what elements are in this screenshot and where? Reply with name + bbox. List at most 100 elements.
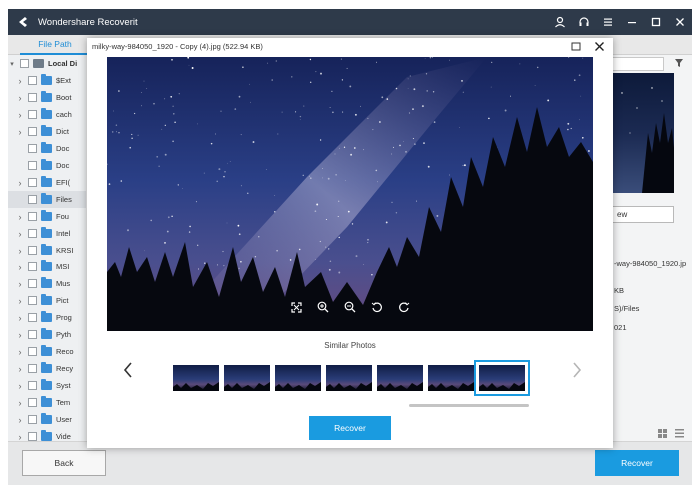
chevron-right-icon[interactable]: › [16,415,24,425]
chevron-right-icon[interactable]: › [16,398,24,408]
tree-checkbox[interactable] [28,144,37,153]
chevron-right-icon[interactable]: › [16,279,24,289]
back-button[interactable]: Back [22,450,106,476]
chevron-right-icon[interactable]: › [16,76,24,86]
chevron-right-icon[interactable]: › [16,246,24,256]
tree-item[interactable]: Doc [8,157,86,174]
similar-photo-thumbnail[interactable] [474,360,530,396]
zoom-in-icon[interactable] [316,300,330,314]
chevron-down-icon[interactable]: ▾ [8,60,16,68]
tree-checkbox[interactable] [28,229,37,238]
tree-item[interactable]: › Boot [8,89,86,106]
tree-checkbox[interactable] [28,347,37,356]
similar-photo-thumbnail[interactable] [326,365,372,391]
similar-photo-thumbnail[interactable] [428,365,474,391]
tree-item[interactable]: › EFI( [8,174,86,191]
tree-checkbox[interactable] [28,127,37,136]
tree-item[interactable]: › Vide [8,428,86,441]
preview-button[interactable]: ew [612,206,674,223]
tree-checkbox[interactable] [28,279,37,288]
chevron-right-icon[interactable]: › [16,212,24,222]
chevron-right-icon[interactable]: › [16,262,24,272]
chevron-right-icon[interactable]: › [16,296,24,306]
tree-item[interactable]: › KRSI [8,242,86,259]
tree-item[interactable]: › Recy [8,360,86,377]
tree-checkbox[interactable] [28,161,37,170]
tree-item[interactable]: › cach [8,106,86,123]
previous-arrow-icon[interactable] [123,362,133,380]
tree-checkbox[interactable] [28,195,37,204]
tree-checkbox[interactable] [28,330,37,339]
chevron-right-icon[interactable]: › [16,313,24,323]
tree-checkbox[interactable] [28,212,37,221]
similar-photo-thumbnail[interactable] [275,365,321,391]
tree-item[interactable]: Doc [8,140,86,157]
tree-checkbox[interactable] [28,313,37,322]
tree-checkbox[interactable] [28,178,37,187]
tree-item[interactable]: › Pyth [8,326,86,343]
tree-item[interactable]: › Prog [8,309,86,326]
tree-checkbox[interactable] [28,415,37,424]
close-icon[interactable] [594,41,605,54]
next-arrow-icon[interactable] [572,362,582,380]
dialog-recover-button[interactable]: Recover [309,416,391,440]
similar-photo-thumbnail[interactable] [224,365,270,391]
tree-checkbox[interactable] [28,110,37,119]
support-icon[interactable] [572,9,596,35]
tree-item[interactable]: › Reco [8,343,86,360]
tree-checkbox[interactable] [28,76,37,85]
minimize-icon[interactable] [620,9,644,35]
tree-item[interactable]: › $Ext [8,72,86,89]
tree-checkbox[interactable] [28,93,37,102]
tree-item[interactable]: › Fou [8,208,86,225]
maximize-icon[interactable] [571,42,581,51]
tree-item[interactable]: › Syst [8,377,86,394]
drive-icon [33,59,44,68]
maximize-icon[interactable] [644,9,668,35]
chevron-right-icon[interactable]: › [16,178,24,188]
menu-icon[interactable] [596,9,620,35]
similar-photo-thumbnail[interactable] [173,365,219,391]
tree-item[interactable]: Files [8,191,86,208]
grid-view-icon[interactable] [658,429,667,440]
search-input[interactable] [612,57,664,71]
tree-item[interactable]: › Intel [8,225,86,242]
rotate-left-icon[interactable] [370,300,384,314]
list-view-icon[interactable] [675,429,684,440]
fit-screen-icon[interactable] [289,300,303,314]
tree-checkbox[interactable] [28,432,37,441]
account-icon[interactable] [548,9,572,35]
tree-checkbox[interactable] [28,296,37,305]
chevron-right-icon[interactable]: › [16,432,24,442]
tree-item[interactable]: › Dict [8,123,86,140]
tree-item-label: Vide [56,432,71,441]
tree-item[interactable]: › Pict [8,292,86,309]
chevron-right-icon[interactable]: › [16,93,24,103]
filter-icon[interactable] [674,58,684,70]
chevron-right-icon[interactable]: › [16,330,24,340]
tree-item[interactable]: › Tem [8,394,86,411]
thumbnail-scrollbar[interactable] [409,404,529,407]
tree-checkbox[interactable] [28,398,37,407]
tree-item[interactable]: › User [8,411,86,428]
tree-checkbox[interactable] [28,246,37,255]
rotate-right-icon[interactable] [397,300,411,314]
tab-file-path[interactable]: File Path [20,35,90,55]
tree-item[interactable]: › Mus [8,275,86,292]
close-icon[interactable] [668,9,692,35]
recover-button[interactable]: Recover [595,450,679,476]
chevron-right-icon[interactable]: › [16,364,24,374]
chevron-right-icon[interactable]: › [16,347,24,357]
tree-checkbox[interactable] [28,262,37,271]
tree-root[interactable]: ▾ Local Di [8,55,86,72]
tree-checkbox[interactable] [28,364,37,373]
similar-photo-thumbnail[interactable] [377,365,423,391]
tree-checkbox[interactable] [20,59,29,68]
chevron-right-icon[interactable]: › [16,229,24,239]
zoom-out-icon[interactable] [343,300,357,314]
chevron-right-icon[interactable]: › [16,381,24,391]
tree-item[interactable]: › MSI [8,258,86,275]
chevron-right-icon[interactable]: › [16,127,24,137]
tree-checkbox[interactable] [28,381,37,390]
chevron-right-icon[interactable]: › [16,110,24,120]
